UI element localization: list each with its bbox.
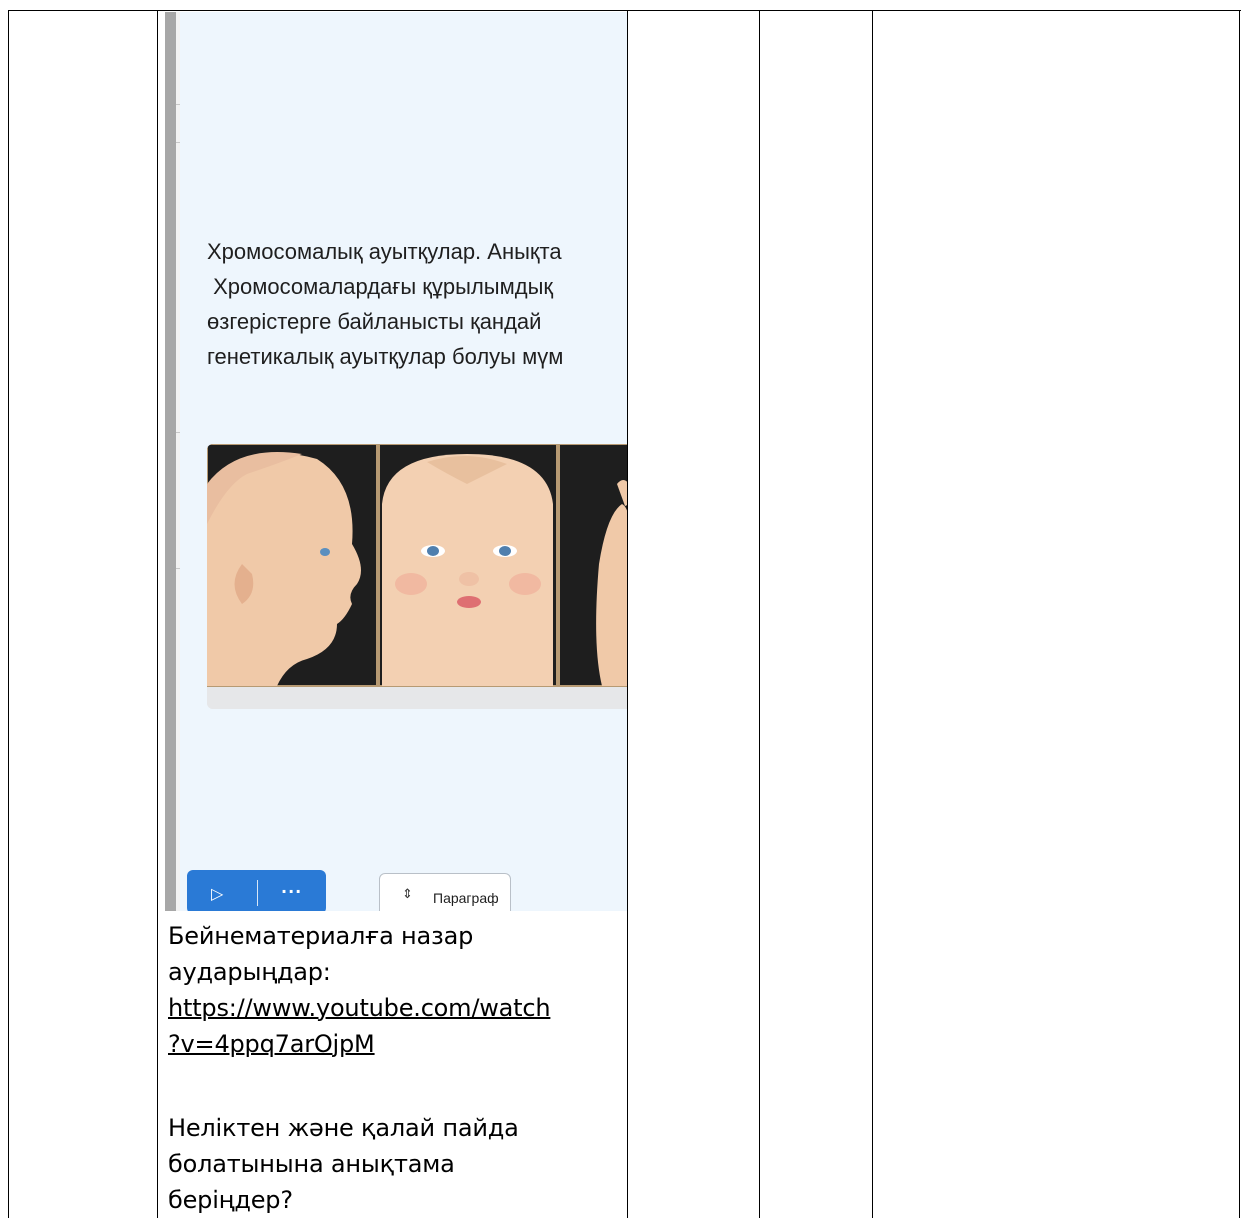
heading-line: өзгерістерге байланысты қандай [207,309,542,334]
screenshot-left-bar [165,12,176,911]
sliver-divider [176,432,180,433]
cell-question: Неліктен және қалай пайда болатынына аны… [168,1110,618,1218]
question-line: болатынына анықтама [168,1150,455,1178]
table-right-border [1239,10,1240,1218]
play-button[interactable]: ▷ ··· [187,870,326,911]
sliver-divider [176,104,180,105]
table-top-border [8,10,1241,11]
embedded-screenshot: Хромосомалық ауытқулар. Анықта Хромосома… [165,12,627,911]
sliver-divider [176,568,180,569]
cell-intro: Бейнематериалға назар аударыңдар: https:… [168,918,618,1062]
video-link[interactable]: ?v=4ppq7arOjpM [168,1026,618,1062]
chevron-updown-icon: ⇕ [402,887,413,902]
column-divider-1 [157,10,158,1218]
column-divider-2 [627,10,628,1218]
lesson-heading: Хромосомалық ауытқулар. Анықта Хромосома… [207,234,627,374]
sliver-divider [176,142,180,143]
question-line: беріңдер? [168,1186,293,1214]
intro-line: Бейнематериалға назар [168,922,474,950]
more-icon[interactable]: ··· [281,882,302,901]
button-divider [257,880,258,906]
column-divider-4 [872,10,873,1218]
video-link-line[interactable]: https://www.youtube.com/watch [168,994,551,1022]
heading-line: Хромосомалардағы құрылымдық [207,274,554,299]
column-divider-3 [759,10,760,1218]
question-line: Неліктен және қалай пайда [168,1114,519,1142]
screenshot-side-sliver [176,12,180,911]
table-left-border [8,10,9,1218]
intro-line: аударыңдар: [168,958,331,986]
heading-line: генетикалық ауытқулар болуы мүм [207,344,564,369]
play-icon: ▷ [211,884,224,903]
video-link[interactable]: https://www.youtube.com/watch [168,990,618,1026]
heading-line: Хромосомалық ауытқулар. Анықта [207,239,562,264]
paragraph-button-label: Параграф [433,890,499,906]
video-link-line[interactable]: ?v=4ppq7arOjpM [168,1030,375,1058]
baby-illustration [207,444,627,709]
paragraph-button[interactable]: ⇕ Параграф [379,873,511,911]
